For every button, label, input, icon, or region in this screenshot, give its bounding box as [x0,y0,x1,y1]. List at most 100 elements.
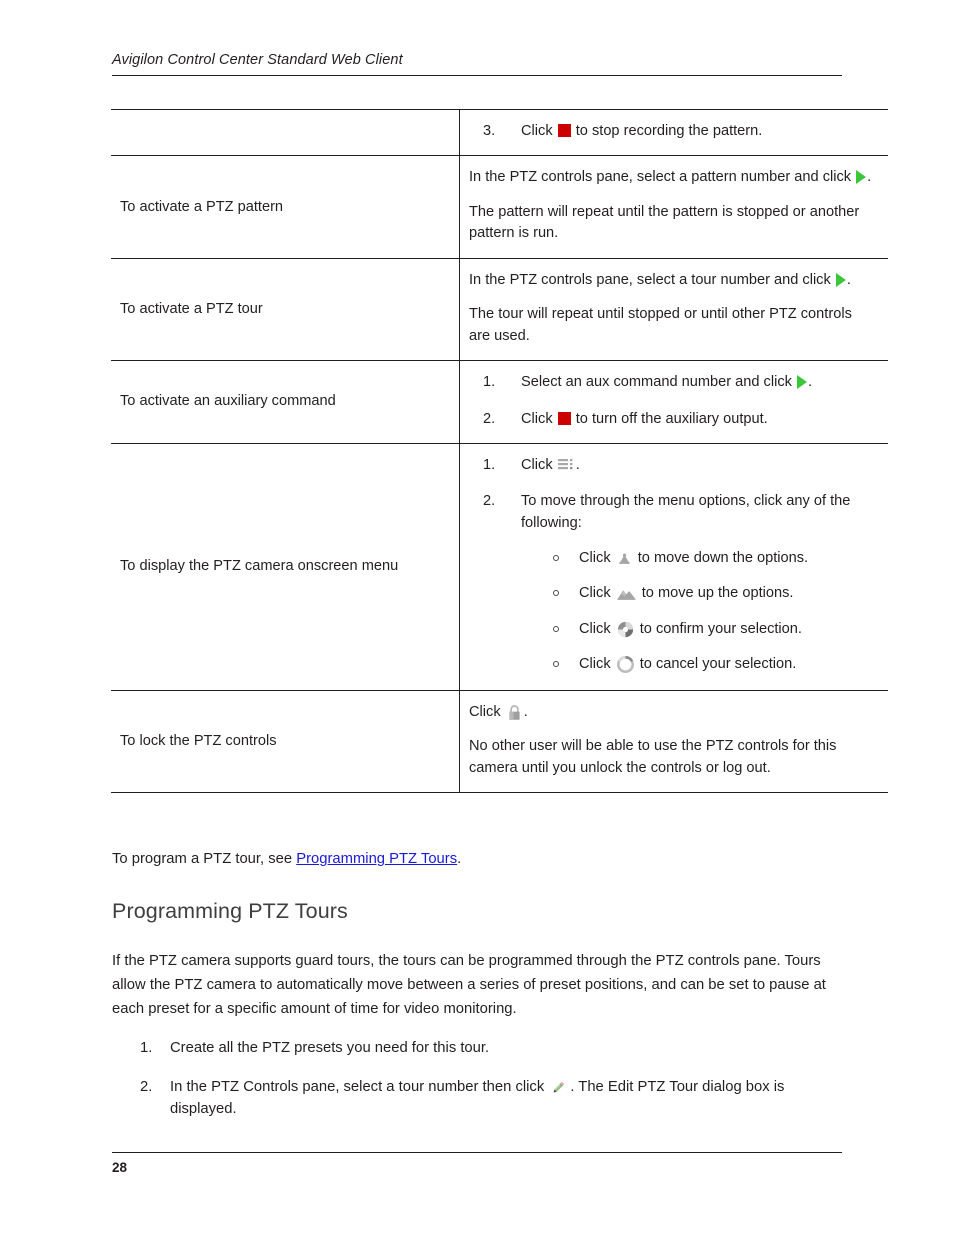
table-cell-label: To activate a PTZ pattern [111,155,460,259]
page-footer: 28 [112,1152,842,1175]
text-pre: Click [579,585,615,602]
step-text-post: . [575,456,580,473]
text-post: to cancel your selection. [635,655,797,672]
list-item: Click to move down the options. [521,548,874,569]
list-item: Click to confirm your selection. [521,619,874,640]
page-header: Avigilon Control Center Standard Web Cli… [112,52,842,76]
bullet-icon [553,555,559,562]
step-list: 1. Select an aux command number and click… [469,372,874,430]
list-item: 1. Select an aux command number and click… [469,372,874,393]
step-text-post: to turn off the auxiliary output. [571,410,768,427]
stop-icon [557,124,571,137]
paragraph: No other user will be able to use the PT… [469,738,837,776]
header-divider [112,75,842,76]
text-pre: Click [579,655,615,672]
bullet-icon [553,625,559,632]
text-post: . [867,169,872,186]
text-post: . [457,851,462,867]
step-text-pre: To move through the menu options, click … [521,493,851,531]
table-row: To activate a PTZ tour In the PTZ contro… [111,257,888,362]
stop-icon [557,411,571,425]
text-post: to move up the options. [637,585,794,602]
paragraph: Click . [469,702,874,723]
list-item: 2. Click to turn off the auxiliary output… [469,409,874,430]
step-number: 2. [483,493,496,510]
table-cell-content: 1. Click . 2. To move through the menu opt… [459,442,888,691]
confirm-icon [617,621,634,638]
text-post: to move down the options. [633,550,809,567]
move-up-icon [617,586,636,601]
text-pre: To program a PTZ tour, see [112,851,297,867]
section-heading: Programming PTZ Tours [112,899,348,923]
step-number: 2. [483,410,496,427]
table-cell-content: In the PTZ controls pane, select a patte… [459,155,888,259]
step-number: 1. [483,374,496,391]
step-text-pre: In the PTZ Controls pane, select a tour … [170,1079,549,1096]
step-list: 1. Click . 2. To move through the menu opt… [469,455,874,675]
paragraph: In the PTZ controls pane, select a tour … [469,270,874,291]
paragraph: In the PTZ controls pane, select a patte… [469,167,874,188]
paragraph: The tour will repeat until stopped or un… [469,306,852,344]
table-row: To activate a PTZ pattern In the PTZ con… [111,155,888,259]
text-post: to confirm your selection. [635,620,802,637]
step-text-pre: Select an aux command number and click [521,374,796,391]
text-pre: Click [579,550,615,567]
table-row: To lock the PTZ controls Click . No othe… [111,689,888,794]
header-title: Avigilon Control Center Standard Web Cli… [112,52,403,68]
table-cell-label [111,108,460,157]
text-post: . [523,703,528,720]
play-icon [856,170,867,185]
bullet-icon [553,590,559,597]
step-text-post: . [808,374,813,391]
text-pre: Click [579,620,615,637]
table-row: To activate an auxiliary command 1. Selec… [111,360,888,444]
cross-reference-line: To program a PTZ tour, see Programming P… [112,849,842,870]
text-post: . [846,271,851,288]
footer-divider [112,1152,842,1153]
table-row: To display the PTZ camera onscreen menu … [111,442,888,691]
page-number: 28 [112,1160,128,1175]
list-item: Click to move up the options. [521,583,874,604]
step-number: 1. [140,1040,153,1056]
list-item: 3. Click to stop recording the pattern. [469,121,874,142]
step-number: 2. [140,1079,153,1096]
text-pre: In the PTZ controls pane, select a tour … [469,271,835,288]
step-text-pre: Create all the PTZ presets you need for … [170,1040,490,1056]
text-pre: Click [469,703,505,720]
document-page: Avigilon Control Center Standard Web Cli… [0,0,954,1235]
list-item: Click to cancel your selection. [521,654,874,675]
table-cell-label: To lock the PTZ controls [111,689,460,794]
play-icon [797,375,807,390]
table-cell-label: To display the PTZ camera onscreen menu [111,442,460,691]
table-cell-content: 1. Select an aux command number and click… [459,360,888,444]
list-item: 1. Create all the PTZ presets you need fo… [112,1037,842,1059]
play-icon [835,272,846,287]
list-item: 2. To move through the menu options, clic… [469,491,874,675]
onscreen-menu-icon [557,457,575,470]
table-cell-label: To activate an auxiliary command [111,360,460,444]
sub-option-list: Click to move down the options. Click to… [521,548,874,675]
section-paragraph: If the PTZ camera supports guard tours, … [112,953,826,1018]
lock-icon [507,704,522,721]
list-item: 2. In the PTZ Controls pane, select a tou… [112,1076,842,1120]
table-cell-content: 3. Click to stop recording the pattern. [459,108,888,157]
step-number: 3. [483,123,496,139]
step-number: 1. [483,456,496,473]
programming-ptz-tours-link[interactable]: Programming PTZ Tours [296,851,457,867]
ptz-instructions-table: 3. Click to stop recording the pattern. T… [111,108,888,794]
step-text-pre: Click [521,456,557,473]
table-cell-label: To activate a PTZ tour [111,257,460,362]
paragraph: The pattern will repeat until the patter… [469,203,860,242]
list-item: 1. Click . [469,455,874,476]
move-down-icon [617,551,632,566]
table-row: 3. Click to stop recording the pattern. [111,108,888,157]
step-text-pre: Click [521,123,557,139]
bullet-icon [553,660,559,667]
step-list: 3. Click to stop recording the pattern. [469,121,874,142]
procedure-list: 1. Create all the PTZ presets you need fo… [112,1037,842,1121]
step-text-post: to stop recording the pattern. [571,123,763,139]
text-pre: In the PTZ controls pane, select a patte… [469,169,856,186]
edit-pencil-icon [550,1078,568,1096]
table-cell-content: In the PTZ controls pane, select a tour … [459,257,888,362]
step-list: 1. Create all the PTZ presets you need fo… [112,1037,842,1121]
